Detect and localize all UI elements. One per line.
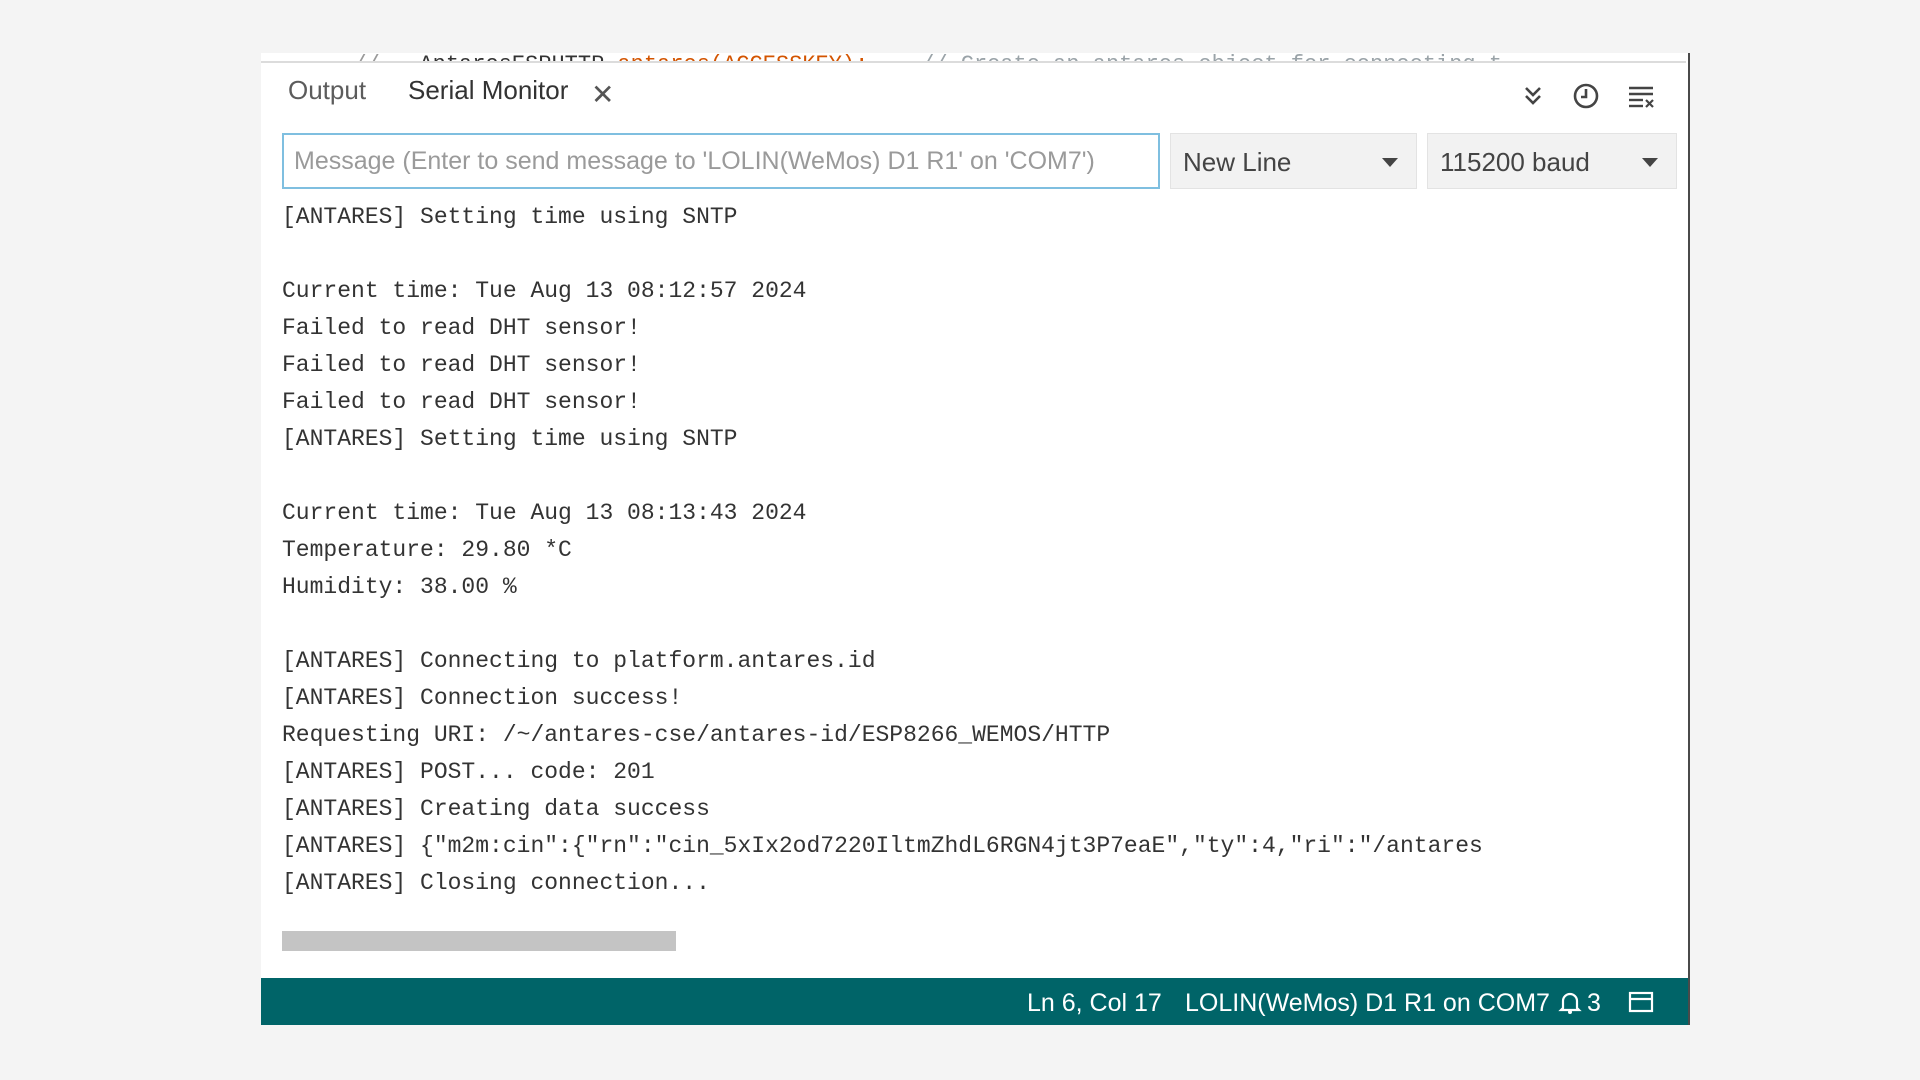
console-line: Current time: Tue Aug 13 08:13:43 2024 <box>282 500 807 526</box>
console-line: [ANTARES] Connection success! <box>282 685 683 711</box>
serial-input-row: New Line 115200 baud <box>261 129 1686 195</box>
cursor-position[interactable]: Ln 6, Col 17 <box>1027 989 1162 1018</box>
console-line: [ANTARES] Closing connection... <box>282 870 710 896</box>
notifications-count: 3 <box>1587 989 1601 1017</box>
line-ending-value: New Line <box>1183 147 1292 177</box>
console-line: [ANTARES] Setting time using SNTP <box>282 426 738 452</box>
bell-icon <box>1558 992 1582 1014</box>
console-line: Failed to read DHT sensor! <box>282 389 641 415</box>
chevron-down-icon <box>1642 158 1658 167</box>
console-line: Current time: Tue Aug 13 08:12:57 2024 <box>282 278 807 304</box>
status-bar: Ln 6, Col 17 LOLIN(WeMos) D1 R1 on COM7 … <box>261 978 1688 1025</box>
line-ending-select[interactable]: New Line <box>1170 133 1417 189</box>
tab-output[interactable]: Output <box>288 75 366 106</box>
clock-icon[interactable] <box>1569 79 1603 113</box>
console-line: Humidity: 38.00 % <box>282 574 517 600</box>
console-line: [ANTARES] Setting time using SNTP <box>282 204 738 230</box>
double-chevron-down-icon[interactable] <box>1516 79 1550 113</box>
console-line: [ANTARES] Creating data success <box>282 796 710 822</box>
console-line: Failed to read DHT sensor! <box>282 352 641 378</box>
console-line: Temperature: 29.80 *C <box>282 537 572 563</box>
console-line: [ANTARES] {"m2m:cin":{"rn":"cin_5xIx2od7… <box>282 833 1483 859</box>
baud-rate-value: 115200 baud <box>1440 147 1590 177</box>
serial-monitor-window: // AntaresESPHTTP antares(ACCESSKEY); //… <box>261 53 1690 1025</box>
clear-output-icon[interactable] <box>1624 79 1658 113</box>
serial-output[interactable]: [ANTARES] Setting time using SNTP Current… <box>282 199 1686 979</box>
console-line: [ANTARES] POST... code: 201 <box>282 759 655 785</box>
message-input[interactable] <box>282 133 1160 189</box>
toggle-panel-icon[interactable] <box>1627 988 1655 1023</box>
horizontal-scrollbar-thumb[interactable] <box>282 931 676 951</box>
baud-rate-select[interactable]: 115200 baud <box>1427 133 1677 189</box>
console-line: Requesting URI: /~/antares-cse/antares-i… <box>282 722 1111 748</box>
panel-tabbar: Output Serial Monitor ✕ <box>261 63 1686 127</box>
tab-serial-monitor[interactable]: Serial Monitor <box>408 75 568 106</box>
close-icon[interactable]: ✕ <box>591 81 614 109</box>
notifications-button[interactable]: 3 <box>1557 989 1601 1018</box>
board-port-status[interactable]: LOLIN(WeMos) D1 R1 on COM7 <box>1185 989 1550 1018</box>
console-line: Failed to read DHT sensor! <box>282 315 641 341</box>
chevron-down-icon <box>1382 158 1398 167</box>
console-line: [ANTARES] Connecting to platform.antares… <box>282 648 876 674</box>
